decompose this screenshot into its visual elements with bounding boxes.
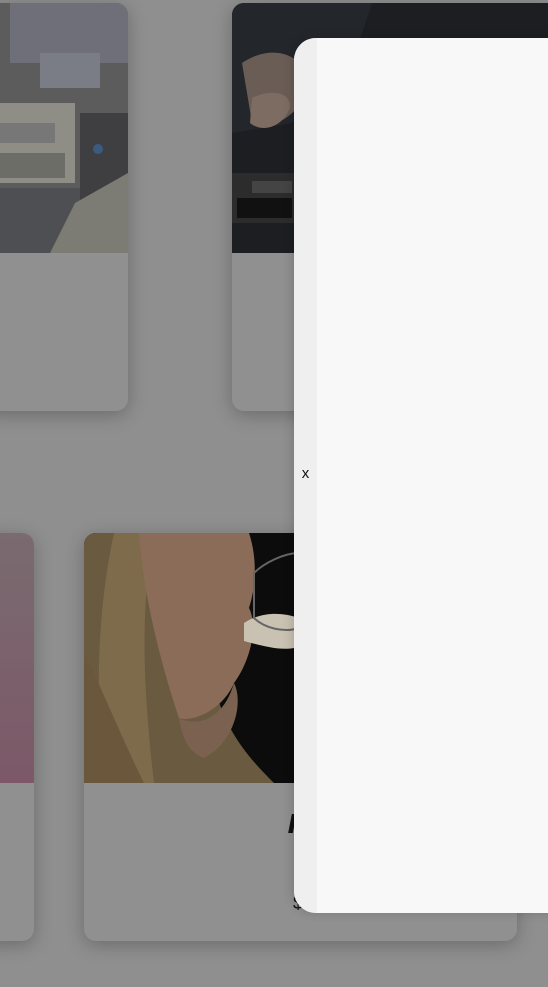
product-card[interactable] (0, 533, 34, 941)
product-image (0, 533, 34, 783)
side-drawer: x (294, 38, 548, 913)
close-button[interactable]: x (294, 464, 317, 484)
page: M $. x (0, 0, 548, 987)
product-image (0, 3, 128, 253)
product-card[interactable] (0, 3, 128, 411)
